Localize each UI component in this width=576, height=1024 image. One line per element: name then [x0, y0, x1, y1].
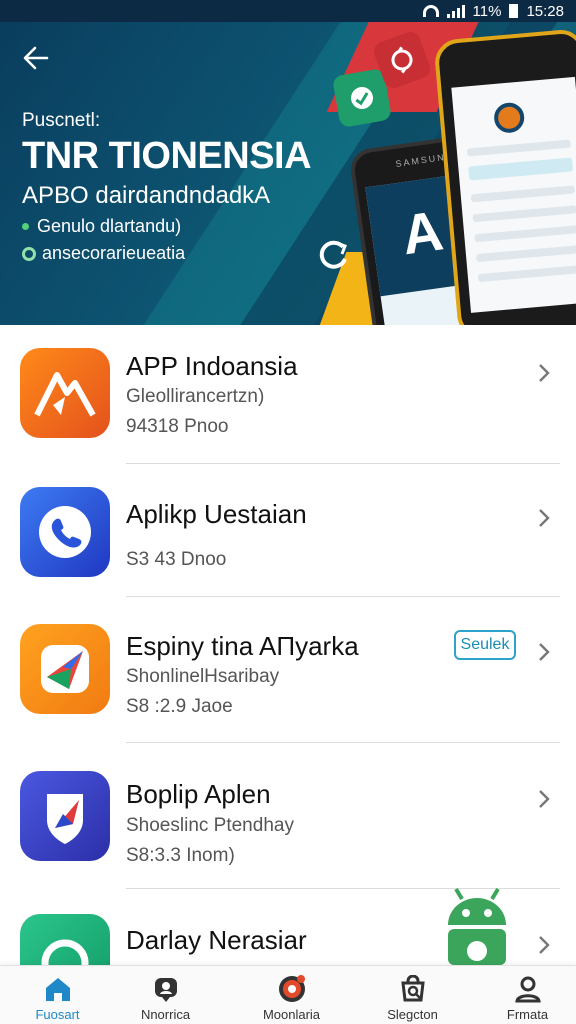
notification-icon	[234, 974, 349, 1004]
bullet-dot-icon	[22, 223, 29, 230]
select-button[interactable]: Seulek	[454, 630, 516, 660]
hero-subtitle: APBO dairdandndadkA	[22, 182, 271, 209]
phone-illustration-front	[433, 28, 576, 325]
phone-app-icon	[20, 487, 110, 577]
nav-label: Frmata	[506, 1007, 549, 1022]
list-item[interactable]: Boplip Aplen Shoeslinc Ptendhay S8:3.3 I…	[0, 743, 576, 889]
green-app-icon	[20, 914, 110, 965]
nav-label: Nnorrica	[140, 1007, 191, 1022]
app-subtitle: Shoeslinc Ptendhay	[126, 815, 294, 836]
chevron-right-icon[interactable]	[534, 508, 554, 528]
app-name: Boplip Aplen	[126, 779, 271, 809]
nav-item-shop[interactable]: Slegcton	[355, 966, 470, 1024]
wifi-icon	[422, 5, 439, 17]
back-arrow-icon[interactable]	[20, 42, 52, 74]
battery-icon	[509, 4, 519, 18]
chevron-right-icon[interactable]	[534, 935, 554, 955]
list-item[interactable]: Espiny tina AΠyarka ShonlinelHsaribay S8…	[0, 597, 576, 743]
app-list: APP Indoansia Gleollirancertzn) 94318 Pn…	[0, 325, 576, 965]
nav-item-chat[interactable]: Nnorrica	[108, 966, 223, 1024]
nav-item-home[interactable]: Fuosart	[0, 966, 115, 1024]
hero-line-1-text: Genulo dlartandu)	[37, 216, 182, 236]
chevron-right-icon[interactable]	[534, 642, 554, 662]
app-meta: S8:3.3 Inom)	[126, 845, 235, 866]
shop-icon	[355, 974, 470, 1004]
mountain-app-icon	[20, 348, 110, 438]
app-name: APP Indoansia	[126, 351, 298, 381]
status-bar: 11% 15:28	[0, 0, 576, 22]
nav-label: Moonlaria	[262, 1007, 321, 1022]
hero-line-2: ansecorarieueatia	[22, 243, 185, 264]
nav-label: Fuosart	[35, 1007, 80, 1022]
paper-plane-app-icon	[20, 624, 110, 714]
app-name: Darlay Nerasiar	[126, 925, 307, 955]
refresh-badge-icon	[308, 228, 358, 278]
bottom-navigation: Fuosart Nnorrica Moonlaria Slegcton Frma…	[0, 965, 576, 1024]
nav-item-profile[interactable]: Frmata	[470, 966, 576, 1024]
nav-label: Slegcton	[387, 1007, 438, 1022]
shield-app-icon	[20, 771, 110, 861]
hero-line-2-text: ansecorarieueatia	[42, 243, 186, 263]
android-icon	[448, 887, 506, 965]
app-name: Espiny tina AΠyarka	[126, 631, 359, 661]
home-icon	[0, 974, 115, 1004]
chevron-right-icon[interactable]	[534, 363, 554, 383]
chat-icon	[108, 974, 223, 1004]
app-meta: S3 43 Dnoo	[126, 549, 227, 570]
signal-icon	[446, 4, 465, 18]
profile-icon	[470, 974, 576, 1004]
hero-kicker: Puscnetl:	[22, 110, 101, 131]
nav-item-notifications[interactable]: Moonlaria	[234, 966, 349, 1024]
hero-title: TNR TIONENSIA	[22, 135, 312, 177]
hero-banner: Puscnetl: TNR TIONENSIA APBO dairdandnda…	[0, 22, 576, 325]
divider	[126, 463, 560, 464]
list-item[interactable]: Aplikp Uestaian S3 43 Dnoo	[0, 465, 576, 597]
clock: 15:28	[526, 2, 564, 20]
battery-percent: 11%	[472, 2, 502, 20]
chevron-right-icon[interactable]	[534, 789, 554, 809]
app-subtitle: ShonlinelHsaribay	[126, 666, 280, 687]
hero-line-1: Genulo dlartandu)	[22, 216, 181, 237]
app-name: Aplikp Uestaian	[126, 499, 307, 529]
bullet-ring-icon	[22, 246, 36, 261]
list-item[interactable]: APP Indoansia Gleollirancertzn) 94318 Pn…	[0, 325, 576, 465]
app-meta: S8 :2.9 Jaoe	[126, 696, 233, 717]
app-subtitle: Gleollirancertzn)	[126, 386, 265, 407]
app-meta: 94318 Pnoo	[126, 416, 229, 437]
